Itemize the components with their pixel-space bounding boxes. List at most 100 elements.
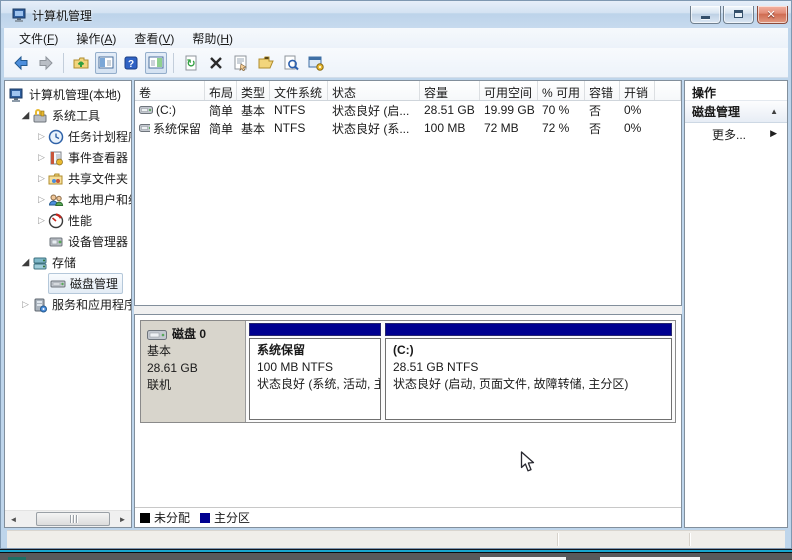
- local-users-icon: [48, 192, 66, 208]
- main-pane: 卷 布局 类型 文件系统 状态 容量 可用空间 % 可用 容错 开销: [134, 80, 682, 528]
- device-manager-icon: [48, 234, 66, 250]
- menu-action[interactable]: 操作(A): [67, 28, 125, 49]
- minimize-button[interactable]: [690, 6, 721, 24]
- tree-item-services-applications[interactable]: ▷ 服务和应用程序: [5, 294, 131, 315]
- disk-management-icon: [50, 276, 68, 292]
- svg-text:?: ?: [128, 59, 134, 70]
- column-header-filesystem[interactable]: 文件系统: [270, 81, 328, 100]
- services-icon: [32, 297, 50, 313]
- legend-unallocated: 未分配: [140, 509, 190, 526]
- back-icon[interactable]: [10, 52, 32, 74]
- graphical-view: 磁盘 0 基本 28.61 GB 联机 系统保留: [134, 314, 682, 528]
- partition-system-reserved[interactable]: 系统保留 100 MB NTFS 状态良好 (系统, 活动, 主分区): [249, 323, 381, 420]
- status-bar: [7, 530, 785, 548]
- statusbar-separator: [557, 533, 558, 546]
- open-folder-icon[interactable]: [255, 52, 277, 74]
- tree-item-disk-management[interactable]: 磁盘管理: [5, 273, 131, 294]
- collapsed-arrow-icon[interactable]: ▷: [19, 299, 32, 310]
- column-header-layout[interactable]: 布局: [205, 81, 237, 100]
- content-area: 计算机管理(本地) ◢ 系统工具 ▷ 任务计划程序: [4, 78, 788, 530]
- refresh-icon[interactable]: ↻: [180, 52, 202, 74]
- partition-legend: 未分配 主分区: [135, 507, 681, 527]
- system-tools-icon: [32, 108, 50, 124]
- menu-file[interactable]: 文件(F): [10, 28, 67, 49]
- disk-type: 基本: [147, 343, 239, 360]
- console-tree-pane: 计算机管理(本地) ◢ 系统工具 ▷ 任务计划程序: [4, 80, 132, 528]
- primary-partition-color-swatch: [200, 513, 210, 523]
- menu-view[interactable]: 查看(V): [125, 28, 183, 49]
- volume-list-header: 卷 布局 类型 文件系统 状态 容量 可用空间 % 可用 容错 开销: [135, 81, 681, 101]
- selected-item-highlight: 磁盘管理: [48, 273, 123, 294]
- actions-section-disk-management[interactable]: 磁盘管理 ▲: [685, 101, 787, 123]
- table-row[interactable]: 系统保留 简单 基本 NTFS 状态良好 (系... 100 MB 72 MB …: [135, 119, 681, 137]
- shared-folders-icon: [48, 171, 66, 187]
- app-icon: [12, 7, 28, 26]
- forward-icon[interactable]: [35, 52, 57, 74]
- tree-item-device-manager[interactable]: 设备管理器: [5, 231, 131, 252]
- collapsed-arrow-icon[interactable]: ▷: [35, 194, 48, 205]
- column-header-capacity[interactable]: 容量: [420, 81, 480, 100]
- tree-item-task-scheduler[interactable]: ▷ 任务计划程序: [5, 126, 131, 147]
- tree-item-storage[interactable]: ◢ 存储: [5, 252, 131, 273]
- column-header-fault-tolerance[interactable]: 容错: [585, 81, 620, 100]
- tree-item-performance[interactable]: ▷ 性能: [5, 210, 131, 231]
- help-icon[interactable]: ?: [120, 52, 142, 74]
- task-scheduler-icon: [48, 129, 66, 145]
- mouse-cursor: [520, 451, 535, 476]
- titlebar[interactable]: 计算机管理 ✕: [1, 1, 791, 28]
- column-header-pct-free[interactable]: % 可用: [538, 81, 585, 100]
- menu-bar: 文件(F) 操作(A) 查看(V) 帮助(H): [4, 28, 788, 48]
- expanded-arrow-icon[interactable]: ◢: [19, 257, 32, 268]
- toolbar-separator: [63, 53, 64, 73]
- manage-computer-icon[interactable]: [305, 52, 327, 74]
- scrollbar-track[interactable]: [22, 511, 114, 527]
- tree-item-shared-folders[interactable]: ▷ 共享文件夹: [5, 168, 131, 189]
- collapsed-arrow-icon[interactable]: ▷: [35, 131, 48, 142]
- column-header-overhead[interactable]: 开销: [620, 81, 655, 100]
- tree-item-event-viewer[interactable]: ▷ 事件查看器: [5, 147, 131, 168]
- column-header-free-space[interactable]: 可用空间: [480, 81, 538, 100]
- menu-help[interactable]: 帮助(H): [183, 28, 242, 49]
- column-header-type[interactable]: 类型: [237, 81, 270, 100]
- window-title: 计算机管理: [32, 7, 92, 24]
- computer-icon: [9, 87, 27, 103]
- expanded-arrow-icon[interactable]: ◢: [19, 110, 32, 121]
- more-actions-item[interactable]: 更多... ▶: [685, 123, 787, 145]
- scroll-left-icon[interactable]: ◄: [5, 511, 22, 527]
- volume-icon: [139, 123, 150, 133]
- partition-c-drive[interactable]: (C:) 28.51 GB NTFS 状态良好 (启动, 页面文件, 故障转储,…: [385, 323, 672, 420]
- collapsed-arrow-icon[interactable]: ▷: [35, 152, 48, 163]
- computer-management-window: 计算机管理 ✕ 文件(F) 操作(A) 查看(V) 帮助(H): [0, 0, 792, 549]
- find-icon[interactable]: [280, 52, 302, 74]
- volume-list: 卷 布局 类型 文件系统 状态 容量 可用空间 % 可用 容错 开销: [134, 80, 682, 306]
- screen: 计算机管理 ✕ 文件(F) 操作(A) 查看(V) 帮助(H): [0, 0, 792, 560]
- collapse-section-icon[interactable]: ▲: [770, 107, 778, 116]
- storage-icon: [32, 255, 50, 271]
- svg-text:↻: ↻: [186, 58, 195, 70]
- tree-horizontal-scrollbar[interactable]: ◄ ►: [5, 510, 131, 527]
- unallocated-color-swatch: [140, 513, 150, 523]
- collapsed-arrow-icon[interactable]: ▷: [35, 215, 48, 226]
- table-row[interactable]: (C:) 简单 基本 NTFS 状态良好 (启... 28.51 GB 19.9…: [135, 101, 681, 119]
- tree-item-system-tools[interactable]: ◢ 系统工具: [5, 105, 131, 126]
- maximize-button[interactable]: [723, 6, 754, 24]
- tree-item-computer-management[interactable]: 计算机管理(本地): [5, 84, 131, 105]
- scroll-right-icon[interactable]: ►: [114, 511, 131, 527]
- scrollbar-thumb[interactable]: [36, 512, 110, 526]
- disk-0-row: 磁盘 0 基本 28.61 GB 联机 系统保留: [140, 320, 676, 423]
- close-button[interactable]: ✕: [757, 6, 788, 24]
- show-action-pane-icon[interactable]: [145, 52, 167, 74]
- column-header-status[interactable]: 状态: [328, 81, 420, 100]
- show-console-tree-icon[interactable]: [95, 52, 117, 74]
- disk-0-header[interactable]: 磁盘 0 基本 28.61 GB 联机: [141, 321, 246, 422]
- column-header-filler: [655, 81, 681, 100]
- collapsed-arrow-icon[interactable]: ▷: [35, 173, 48, 184]
- tree-item-local-users-groups[interactable]: ▷ 本地用户和组: [5, 189, 131, 210]
- properties-icon[interactable]: [230, 52, 252, 74]
- event-viewer-icon: [48, 150, 66, 166]
- delete-icon[interactable]: [205, 52, 227, 74]
- pane-splitter[interactable]: [134, 306, 682, 314]
- column-header-volume[interactable]: 卷: [135, 81, 205, 100]
- partition-color-strip: [385, 323, 672, 336]
- up-level-icon[interactable]: [70, 52, 92, 74]
